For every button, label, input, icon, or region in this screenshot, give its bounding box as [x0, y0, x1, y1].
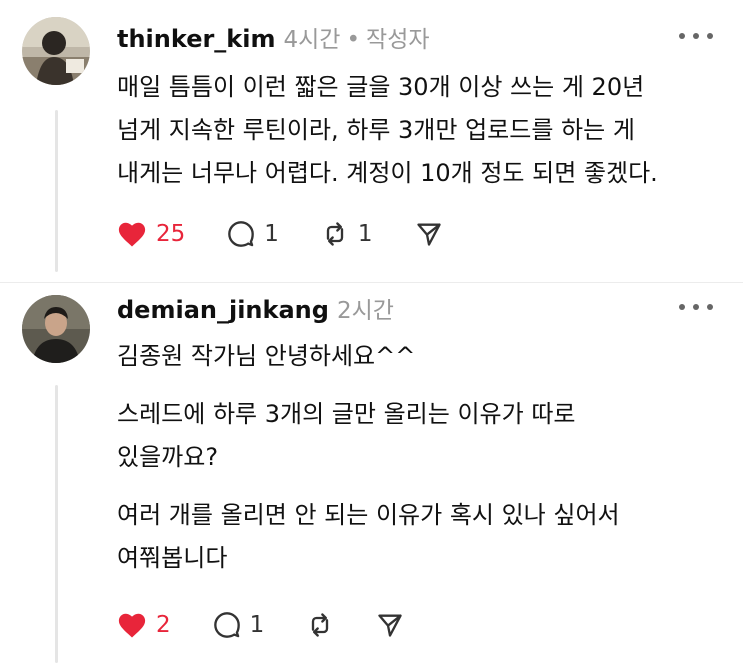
comment-body: 매일 틈틈이 이런 짧은 글을 30개 이상 쓰는 게 20년 넘게 지속한 루…	[117, 66, 717, 210]
repost-button[interactable]	[306, 611, 334, 639]
heart-filled-icon	[118, 222, 146, 247]
comment-paragraph: 매일 틈틈이 이런 짧은 글을 30개 이상 쓰는 게 20년 넘게 지속한 루…	[117, 73, 658, 187]
repost-count: 1	[357, 221, 373, 247]
dot-icon	[693, 304, 699, 310]
dot-icon	[679, 33, 685, 39]
repost-icon	[312, 613, 329, 637]
dot-icon	[707, 304, 713, 310]
action-bar: 2 1	[117, 611, 446, 639]
like-button[interactable]: 25	[117, 220, 185, 248]
comment-header: demian_jinkang 2시간	[117, 291, 394, 325]
username[interactable]: thinker_kim	[117, 25, 276, 53]
thread-line	[55, 110, 58, 272]
avatar-photo-icon	[22, 295, 90, 363]
thread-line	[55, 385, 58, 663]
share-button[interactable]	[415, 220, 443, 248]
like-count: 25	[156, 221, 186, 247]
comment-header: thinker_kim 4시간 • 작성자	[117, 20, 430, 54]
send-icon	[416, 223, 441, 246]
heart-filled-icon	[118, 613, 146, 638]
reply-button[interactable]: 1	[213, 611, 265, 639]
comment-paragraph: 여러 개를 올리면 안 되는 이유가 혹시 있나 싶어서 여쭤봅니다	[117, 501, 620, 572]
comment-item: thinker_kim 4시간 • 작성자 매일 틈틈이 이런 짧은 글을 30…	[0, 0, 743, 283]
timestamp: 4시간	[283, 27, 341, 53]
more-options-button[interactable]	[679, 302, 713, 312]
send-icon	[378, 614, 402, 637]
comment-paragraph: 스레드에 하루 3개의 글만 올리는 이유가 따로 있을까요?	[117, 400, 576, 471]
like-button[interactable]: 2	[117, 611, 171, 639]
avatar[interactable]	[22, 295, 90, 363]
reply-count: 1	[249, 612, 265, 638]
dot-icon	[693, 33, 699, 39]
repost-icon	[326, 222, 344, 246]
avatar-photo-icon	[22, 17, 90, 85]
comment-paragraph: 김종원 작가님 안녕하세요^^	[117, 342, 416, 370]
reply-button[interactable]: 1	[227, 220, 279, 248]
share-button[interactable]	[376, 611, 404, 639]
speech-bubble-icon	[213, 612, 240, 638]
action-bar: 25 1 1	[117, 220, 485, 248]
speech-bubble-icon	[228, 221, 255, 247]
author-badge: 작성자	[366, 27, 430, 53]
comment-item: demian_jinkang 2시간 김종원 작가님 안녕하세요^^ 스레드에 …	[0, 283, 743, 668]
separator-dot: •	[346, 27, 361, 53]
timestamp: 2시간	[336, 298, 394, 324]
repost-button[interactable]: 1	[321, 220, 373, 248]
avatar[interactable]	[22, 17, 90, 85]
dot-icon	[707, 33, 713, 39]
like-count: 2	[156, 612, 171, 638]
dot-icon	[679, 304, 685, 310]
reply-count: 1	[264, 221, 279, 247]
more-options-button[interactable]	[679, 31, 713, 41]
comment-body: 김종원 작가님 안녕하세요^^ 스레드에 하루 3개의 글만 올리는 이유가 따…	[117, 335, 717, 595]
username[interactable]: demian_jinkang	[117, 296, 329, 324]
